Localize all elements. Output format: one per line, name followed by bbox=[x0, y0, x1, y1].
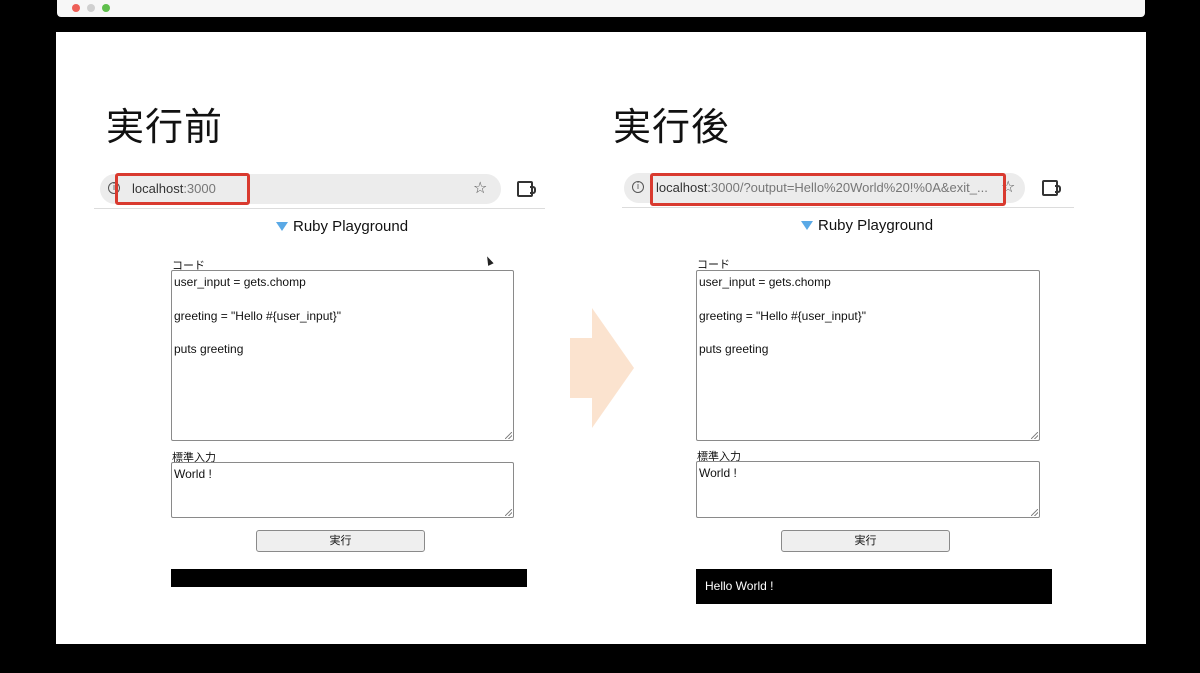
before-stdin-textarea[interactable]: World ! bbox=[171, 462, 514, 518]
after-code-text: user_input = gets.chomp greeting = "Hell… bbox=[699, 275, 866, 357]
right-arrow-icon bbox=[570, 308, 634, 428]
before-page-title: Ruby Playground bbox=[276, 218, 408, 235]
gem-icon bbox=[276, 221, 288, 231]
puzzle-icon[interactable] bbox=[1042, 180, 1061, 196]
maximize-window-button[interactable] bbox=[102, 4, 110, 12]
before-stdin-text: World ! bbox=[174, 467, 212, 481]
after-page-title: Ruby Playground bbox=[801, 217, 933, 234]
after-stdin-text: World ! bbox=[699, 466, 737, 480]
before-output bbox=[171, 569, 527, 587]
puzzle-icon[interactable] bbox=[517, 181, 536, 197]
before-url-highlight bbox=[115, 173, 250, 205]
after-toolbar-divider bbox=[622, 207, 1074, 208]
before-code-text: user_input = gets.chomp greeting = "Hell… bbox=[174, 275, 341, 357]
after-output: Hello World ! bbox=[696, 569, 1052, 604]
after-stdin-textarea[interactable]: World ! bbox=[696, 461, 1040, 518]
after-url-highlight bbox=[650, 173, 1006, 206]
after-run-button[interactable]: 実行 bbox=[781, 530, 950, 552]
minimize-window-button[interactable] bbox=[87, 4, 95, 12]
info-icon[interactable]: i bbox=[632, 181, 644, 193]
resize-handle[interactable] bbox=[505, 509, 512, 516]
resize-handle[interactable] bbox=[1031, 509, 1038, 516]
resize-handle[interactable] bbox=[1031, 432, 1038, 439]
star-icon[interactable]: ☆ bbox=[473, 178, 487, 197]
before-run-button[interactable]: 実行 bbox=[256, 530, 425, 552]
after-heading: 実行後 bbox=[613, 105, 731, 149]
after-code-textarea[interactable]: user_input = gets.chomp greeting = "Hell… bbox=[696, 270, 1040, 441]
window-titlebar bbox=[57, 0, 1145, 17]
gem-icon bbox=[801, 220, 813, 230]
before-heading: 実行前 bbox=[106, 105, 224, 149]
before-code-textarea[interactable]: user_input = gets.chomp greeting = "Hell… bbox=[171, 270, 514, 441]
close-window-button[interactable] bbox=[72, 4, 80, 12]
resize-handle[interactable] bbox=[505, 432, 512, 439]
before-toolbar-divider bbox=[94, 208, 545, 209]
